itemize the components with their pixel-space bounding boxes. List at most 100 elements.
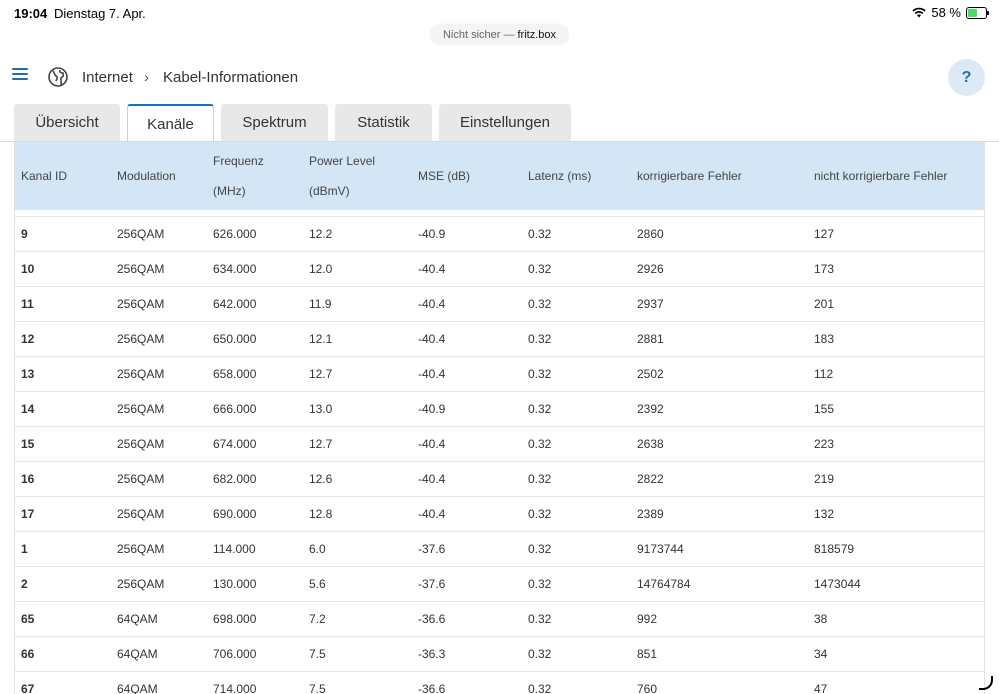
table-cell: 64QAM xyxy=(110,601,206,637)
table-cell: 2937 xyxy=(630,286,807,322)
table-cell: 0.32 xyxy=(521,356,630,392)
column-header: Kanal ID xyxy=(14,142,110,210)
table-cell: 256QAM xyxy=(110,216,206,252)
table-cell: 223 xyxy=(807,426,985,462)
column-header-text: korrigierbare Fehler xyxy=(637,169,742,183)
hamburger-menu-icon[interactable] xyxy=(12,68,28,81)
column-header-text: Kanal ID xyxy=(21,169,68,183)
tab-kanaele[interactable]: Kanäle xyxy=(127,104,214,142)
table-row: 65 64QAM 698.000 7.2 -36.6 0.32 992 38 xyxy=(14,601,985,637)
tab-spektrum[interactable]: Spektrum xyxy=(221,104,328,141)
loading-spinner-icon xyxy=(979,676,993,690)
table-cell: 114.000 xyxy=(206,531,302,567)
page-title: Kabel-Informationen xyxy=(163,69,299,86)
table-row: 15 256QAM 674.000 12.7 -40.4 0.32 2638 223 xyxy=(14,426,985,462)
table-cell: 112 xyxy=(807,356,985,392)
battery-percent: 58 % xyxy=(931,5,961,20)
column-header: Frequenz (MHz) xyxy=(206,142,302,210)
table-cell: 992 xyxy=(630,601,807,637)
table-cell: 714.000 xyxy=(206,671,302,694)
channel-id-cell: 12 xyxy=(14,321,110,357)
channel-id-cell: 15 xyxy=(14,426,110,462)
channel-id-cell: 16 xyxy=(14,461,110,497)
column-header-text: MSE (dB) xyxy=(418,169,471,183)
breadcrumb-internet[interactable]: Internet xyxy=(82,69,133,86)
table-cell: 2860 xyxy=(630,216,807,252)
table-cell: 634.000 xyxy=(206,251,302,287)
table-row: 14 256QAM 666.000 13.0 -40.9 0.32 2392 155 xyxy=(14,391,985,427)
table-cell: 0.32 xyxy=(521,391,630,427)
table-cell: 9173744 xyxy=(630,531,807,567)
globe-icon xyxy=(48,67,68,87)
table-cell: 2822 xyxy=(630,461,807,497)
table-cell: 38 xyxy=(807,601,985,637)
column-header-text: (dBmV) xyxy=(309,184,350,198)
table-cell: 666.000 xyxy=(206,391,302,427)
table-cell: 256QAM xyxy=(110,461,206,497)
status-time: 19:04 xyxy=(14,6,48,21)
tab-uebersicht[interactable]: Übersicht xyxy=(14,104,120,141)
table-row: 11 256QAM 642.000 11.9 -40.4 0.32 2937 201 xyxy=(14,286,985,322)
table-cell: -36.6 xyxy=(411,671,521,694)
channel-id-cell: 1 xyxy=(14,531,110,567)
battery-level xyxy=(968,8,977,17)
column-header-text: Frequenz xyxy=(213,154,264,168)
table-cell: 256QAM xyxy=(110,496,206,532)
table-cell: 2926 xyxy=(630,251,807,287)
table-cell: 219 xyxy=(807,461,985,497)
channel-id-cell: 65 xyxy=(14,601,110,637)
table-cell: 0.32 xyxy=(521,286,630,322)
table-row: 17 256QAM 690.000 12.8 -40.4 0.32 2389 132 xyxy=(14,496,985,532)
channel-table-container[interactable]: Kanal ID Modulation Frequenz (MHz) Power Lev… xyxy=(14,142,985,694)
channel-table: Kanal ID Modulation Frequenz (MHz) Power Lev… xyxy=(14,142,985,694)
wifi-icon xyxy=(912,7,926,18)
table-cell: 155 xyxy=(807,391,985,427)
table-cell: -37.6 xyxy=(411,531,521,567)
table-cell: 0.32 xyxy=(521,426,630,462)
column-header-text: Power Level xyxy=(309,154,376,168)
url-bar[interactable]: Nicht sicher — fritz.box xyxy=(430,24,569,45)
channel-id-cell: 9 xyxy=(14,216,110,252)
table-cell: 0.32 xyxy=(521,566,630,602)
table-cell: 2389 xyxy=(630,496,807,532)
table-cell: -37.6 xyxy=(411,566,521,602)
table-cell: 5.6 xyxy=(302,566,411,602)
table-cell: 183 xyxy=(807,321,985,357)
column-header: korrigierbare Fehler xyxy=(630,142,807,210)
table-cell: 642.000 xyxy=(206,286,302,322)
column-header: MSE (dB) xyxy=(411,142,521,210)
table-cell: 64QAM xyxy=(110,636,206,672)
channel-id-cell: 10 xyxy=(14,251,110,287)
chevron-right-icon: › xyxy=(144,69,149,86)
table-cell: -40.9 xyxy=(411,391,521,427)
table-cell: 626.000 xyxy=(206,216,302,252)
table-row: 67 64QAM 714.000 7.5 -36.6 0.32 760 47 xyxy=(14,671,985,694)
table-cell: 256QAM xyxy=(110,391,206,427)
table-right-border xyxy=(984,142,985,694)
tab-einstellungen[interactable]: Einstellungen xyxy=(439,104,571,141)
tab-statistik[interactable]: Statistik xyxy=(335,104,432,141)
url-security-label: Nicht sicher — xyxy=(442,28,515,41)
column-header-text: Modulation xyxy=(117,169,176,183)
table-cell: 130.000 xyxy=(206,566,302,602)
table-cell: 658.000 xyxy=(206,356,302,392)
help-button[interactable]: ? xyxy=(948,59,985,96)
table-cell: 12.7 xyxy=(302,426,411,462)
column-header: Power Level (dBmV) xyxy=(302,142,411,210)
table-row: 12 256QAM 650.000 12.1 -40.4 0.32 2881 183 xyxy=(14,321,985,357)
channel-id-cell: 66 xyxy=(14,636,110,672)
column-header: nicht korrigierbare Fehler xyxy=(807,142,985,210)
table-cell: 64QAM xyxy=(110,671,206,694)
table-cell: -40.4 xyxy=(411,251,521,287)
table-cell: 201 xyxy=(807,286,985,322)
table-cell: 13.0 xyxy=(302,391,411,427)
table-cell: 0.32 xyxy=(521,531,630,567)
channel-id-cell: 13 xyxy=(14,356,110,392)
table-cell: 256QAM xyxy=(110,531,206,567)
table-cell: 0.32 xyxy=(521,671,630,694)
table-row: 1 256QAM 114.000 6.0 -37.6 0.32 9173744 818579 xyxy=(14,531,985,567)
status-bar: 19:04 Dienstag 7. Apr. 58 % xyxy=(0,0,999,26)
channel-id-cell: 2 xyxy=(14,566,110,602)
table-cell: 173 xyxy=(807,251,985,287)
table-cell: 256QAM xyxy=(110,566,206,602)
